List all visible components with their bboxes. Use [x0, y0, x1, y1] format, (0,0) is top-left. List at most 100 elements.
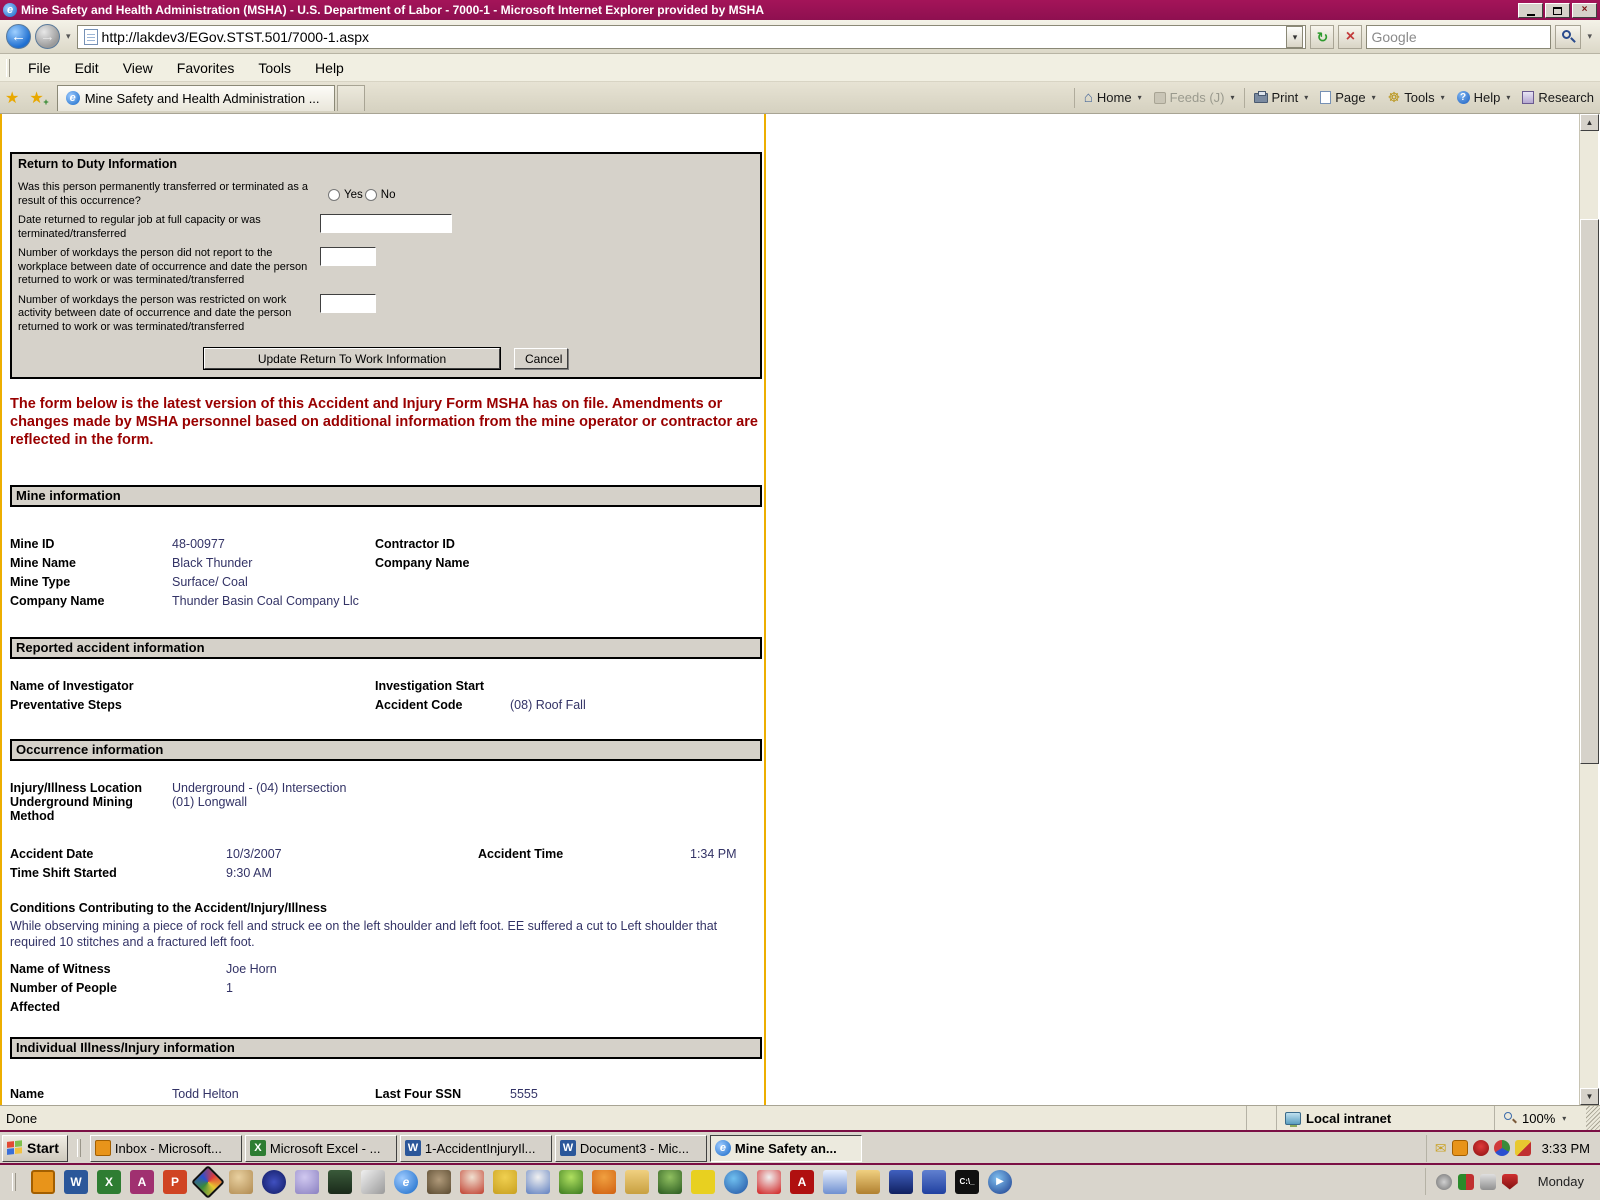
outlook-quicklaunch-icon[interactable] [31, 1169, 55, 1194]
word-quicklaunch-icon[interactable]: W [64, 1169, 88, 1194]
cmd-icon[interactable]: C:\_ [955, 1169, 979, 1194]
tab-msha[interactable]: e Mine Safety and Health Administration … [56, 84, 335, 111]
task-excel[interactable]: X Microsoft Excel - ... [244, 1134, 397, 1162]
task-ie-msha[interactable]: e Mine Safety an... [709, 1134, 862, 1162]
address-field[interactable]: ▾ [76, 24, 1307, 49]
mail-tray-icon[interactable]: ✉ [1435, 1140, 1447, 1157]
clock-tray-icon[interactable] [1451, 1140, 1468, 1156]
help-button[interactable]: ? Help ▾ [1451, 86, 1517, 110]
menu-help[interactable]: Help [303, 57, 356, 79]
ie-icon: e [714, 1140, 731, 1156]
zoom-caret-icon[interactable]: ▾ [1560, 1114, 1566, 1123]
purple-bird-icon[interactable] [295, 1169, 319, 1194]
cancel-button[interactable]: Cancel [514, 348, 568, 369]
zoom-control[interactable]: 100% ▾ [1494, 1106, 1586, 1130]
page-button[interactable]: Page ▾ [1314, 86, 1381, 110]
search-caret-icon[interactable]: ▾ [1585, 31, 1594, 42]
key-tray-icon[interactable] [1514, 1140, 1531, 1156]
search-folder-icon[interactable] [856, 1169, 880, 1194]
mine-info-row: Mine Name Black Thunder Company Name [10, 556, 470, 570]
address-book-icon[interactable] [889, 1169, 913, 1194]
frog-icon[interactable] [328, 1169, 352, 1194]
back-button[interactable]: ← [6, 24, 31, 49]
ie-quicklaunch-icon[interactable]: e [394, 1169, 418, 1194]
folder-search-icon[interactable] [625, 1169, 649, 1194]
history-caret-icon[interactable]: ▾ [64, 31, 73, 42]
mine-info-header: Mine information [10, 485, 762, 507]
refresh-button[interactable]: ↻ [1310, 24, 1335, 49]
tiger-icon[interactable] [592, 1169, 616, 1194]
scroll-down-icon[interactable]: ▼ [1580, 1088, 1599, 1105]
compose-doc-icon[interactable] [922, 1169, 946, 1194]
antivirus-shield-icon[interactable] [1501, 1173, 1518, 1190]
search-icon[interactable] [1555, 24, 1582, 49]
close-button[interactable]: × [1572, 2, 1597, 18]
pinwheel-icon[interactable] [191, 1164, 225, 1199]
menu-favorites[interactable]: Favorites [165, 57, 247, 79]
mine-info-row: Company Name Thunder Basin Coal Company L… [10, 594, 359, 608]
mouse-tray-icon[interactable] [1479, 1173, 1496, 1190]
task-inbox[interactable]: Inbox - Microsoft... [89, 1134, 242, 1162]
lizard-icon[interactable] [658, 1169, 682, 1194]
resize-grip[interactable] [1586, 1106, 1600, 1130]
search-input[interactable] [1371, 28, 1547, 45]
feeds-button[interactable]: Feeds (J) ▾ [1148, 86, 1241, 110]
window-title: Mine Safety and Health Administration (M… [21, 3, 764, 17]
menu-grip [6, 58, 10, 77]
grinch-icon[interactable] [559, 1169, 583, 1194]
balls-tray-icon[interactable] [1493, 1140, 1510, 1156]
return-date-input[interactable] [320, 214, 452, 233]
tab-ie-icon: e [65, 91, 80, 105]
minimize-button[interactable] [1518, 2, 1543, 18]
new-tab-button[interactable] [336, 84, 365, 111]
agent-tray-icon[interactable] [1457, 1173, 1474, 1190]
yes-radio[interactable] [328, 188, 340, 201]
globe-sync-icon[interactable] [724, 1169, 748, 1194]
stop-button[interactable]: × [1338, 24, 1363, 49]
address-dropdown-icon[interactable]: ▾ [1286, 25, 1304, 48]
cat-icon[interactable] [526, 1169, 550, 1194]
url-input[interactable] [101, 28, 1287, 45]
g-arrow-icon[interactable] [691, 1169, 715, 1194]
start-button[interactable]: Start [2, 1134, 68, 1162]
woodpecker-icon[interactable] [460, 1169, 484, 1194]
notepad-icon[interactable] [823, 1169, 847, 1194]
powerpoint-quicklaunch-icon[interactable]: P [163, 1169, 187, 1194]
badge-icon[interactable] [262, 1169, 286, 1194]
task-word-1[interactable]: W 1-AccidentInjuryIl... [399, 1134, 552, 1162]
tools-button[interactable]: ☸ Tools ▾ [1382, 86, 1451, 110]
scroll-up-icon[interactable]: ▲ [1580, 114, 1599, 131]
home-button[interactable]: ⌂ Home ▾ [1078, 86, 1148, 110]
favorites-center-icon[interactable]: ★ [0, 88, 24, 108]
workdays-restricted-input[interactable] [320, 293, 376, 313]
media-player-icon[interactable]: ▶ [988, 1169, 1012, 1194]
no-radio[interactable] [364, 188, 377, 201]
search-box[interactable] [1366, 24, 1552, 49]
task-word-2[interactable]: W Document3 - Mic... [554, 1134, 707, 1162]
access-quicklaunch-icon[interactable]: A [130, 1169, 154, 1194]
giraffe-icon[interactable] [493, 1169, 517, 1194]
vertical-scrollbar[interactable]: ▲ ▼ [1579, 114, 1599, 1105]
excel-quicklaunch-icon[interactable]: X [97, 1169, 121, 1194]
add-favorite-icon[interactable]: ★ + [24, 88, 48, 108]
acrobat-icon[interactable]: A [790, 1169, 814, 1194]
workdays-lost-input[interactable] [320, 247, 376, 266]
newspaper-icon[interactable] [361, 1169, 385, 1194]
research-button[interactable]: Research [1516, 86, 1600, 110]
print-button[interactable]: Print ▾ [1248, 86, 1315, 110]
scrollbar-thumb[interactable] [1580, 219, 1599, 764]
update-return-button[interactable]: Update Return To Work Information [203, 347, 501, 370]
cartoon-bird-icon[interactable] [229, 1169, 253, 1194]
forward-button[interactable]: → [35, 24, 60, 49]
woodpecker2-icon[interactable] [757, 1169, 781, 1194]
maximize-button[interactable] [1545, 2, 1570, 18]
volume-tray-icon[interactable] [1435, 1173, 1452, 1190]
alert-tray-icon[interactable] [1472, 1140, 1489, 1156]
football-icon[interactable] [427, 1169, 451, 1194]
menu-file[interactable]: File [16, 57, 63, 79]
menu-tools[interactable]: Tools [246, 57, 303, 79]
command-bar: ⌂ Home ▾ Feeds (J) ▾ Print ▾ Page ▾ ☸ To… [1071, 82, 1600, 113]
menu-edit[interactable]: Edit [63, 57, 111, 79]
outlook-icon [94, 1140, 111, 1156]
menu-view[interactable]: View [111, 57, 165, 79]
